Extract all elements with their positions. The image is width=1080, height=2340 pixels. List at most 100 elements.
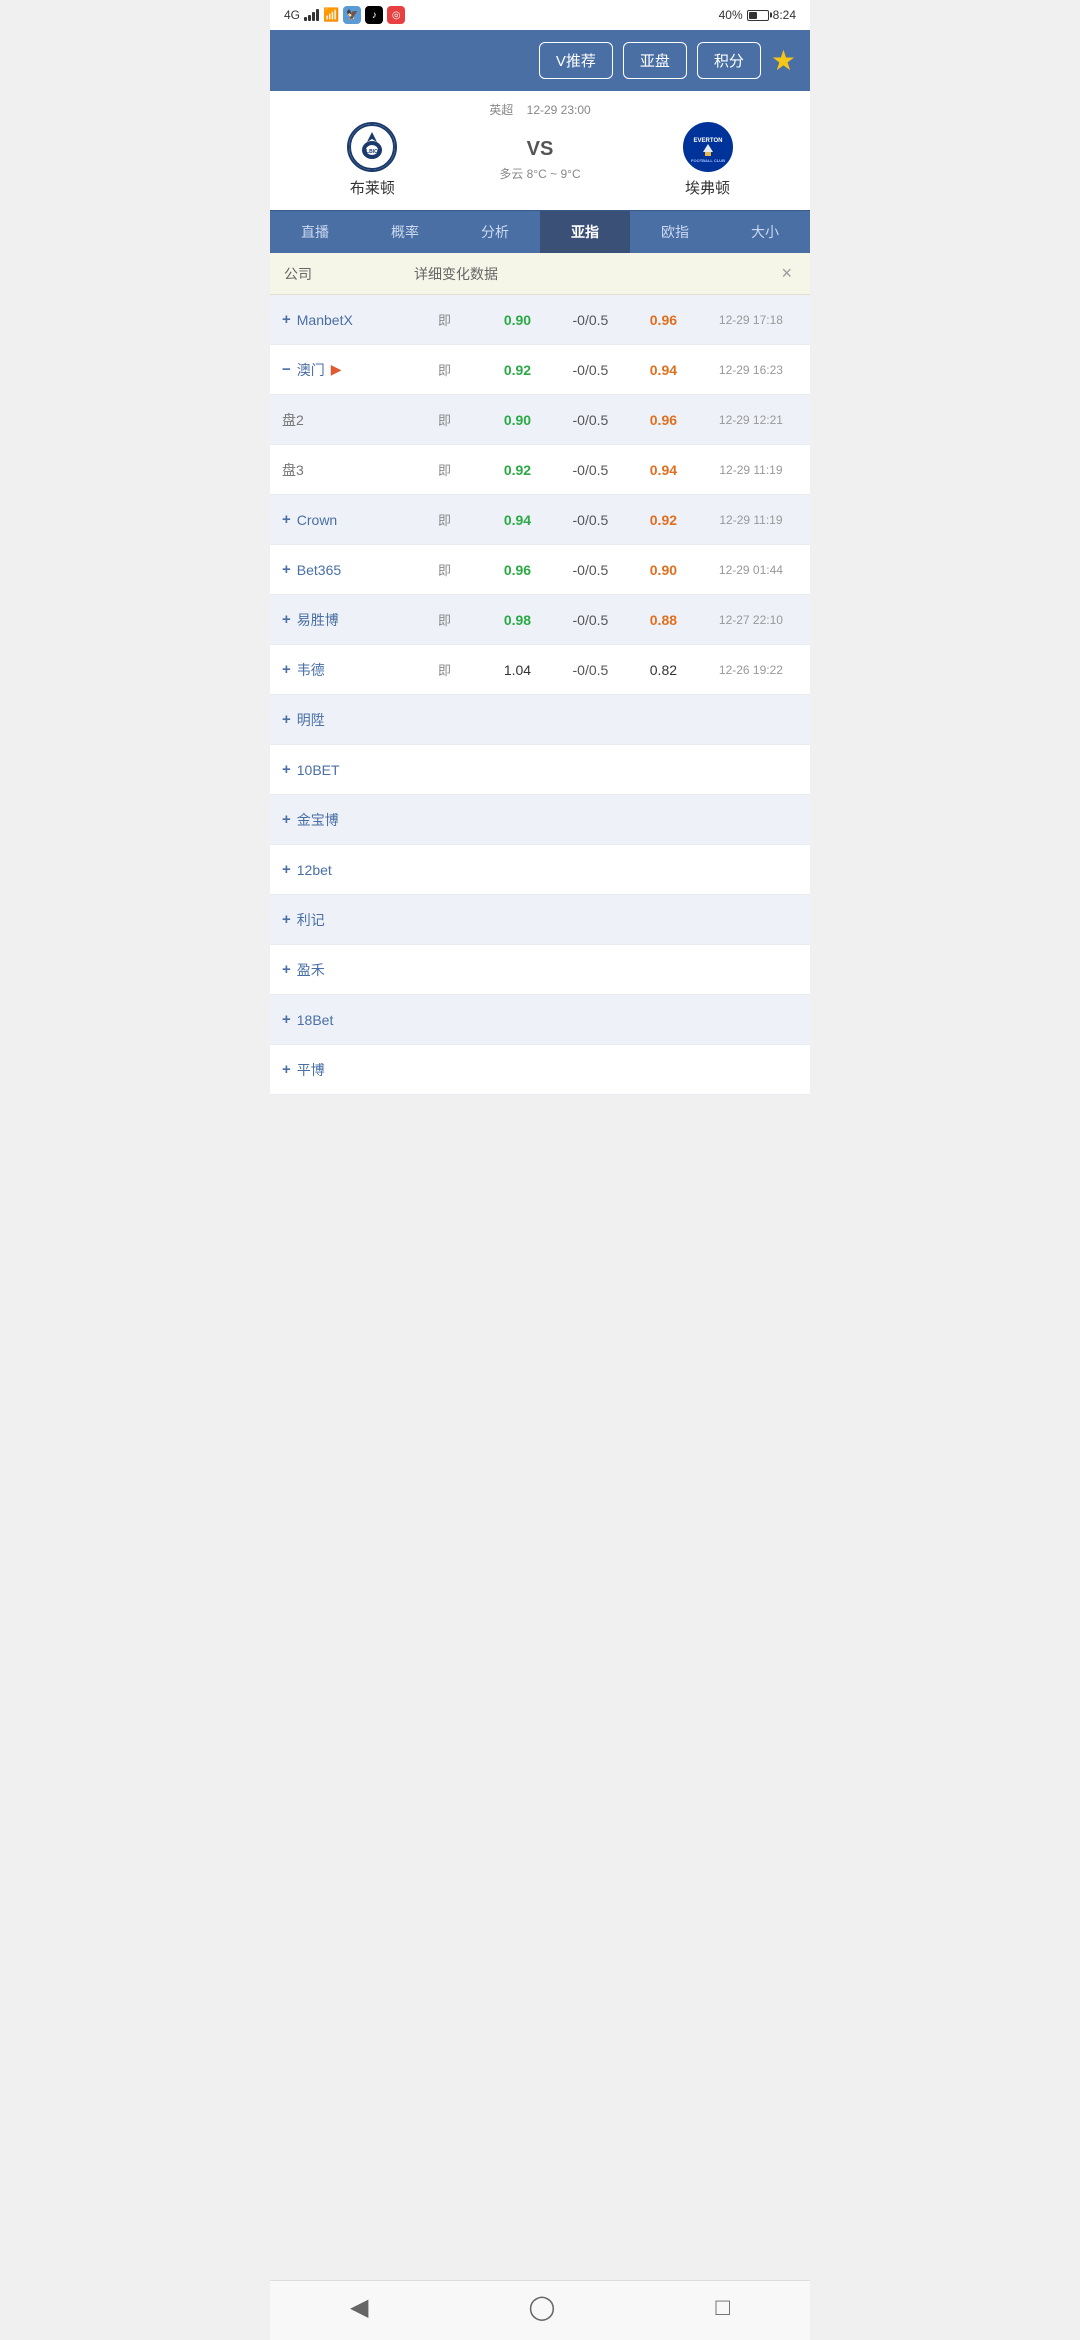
instant-label: 即 [408,610,481,629]
expand-icon[interactable]: + [282,611,291,628]
expand-icon[interactable]: + [282,311,291,328]
company-cell: + 利记 [270,900,400,940]
company-name: 盘3 [282,460,304,480]
company-cell: + 盈禾 [270,950,400,990]
svg-text:EVERTON: EVERTON [693,138,722,144]
match-teams: ALBION 布莱顿 VS 多云 8°C ~ 9°C EVERTON FOOTB… [284,122,796,198]
home-team-logo: ALBION [347,122,397,172]
odds-away: 0.94 [627,362,700,378]
expand-icon[interactable]: + [282,711,291,728]
company-name[interactable]: 金宝博 [297,810,339,830]
table-row: + 10BET [270,745,810,795]
company-name[interactable]: 利记 [297,910,325,930]
odds-home: 0.90 [481,412,554,428]
company-cell: + 平博 [270,1050,400,1090]
odds-cells: 即 0.90 -0/0.5 0.96 12-29 17:18 [400,300,810,339]
expand-icon[interactable]: + [282,861,291,878]
company-name[interactable]: Bet365 [297,562,341,578]
battery-icon [747,10,769,21]
company-cell: + 10BET [270,751,400,788]
odds-away: 0.82 [627,662,700,678]
expand-icon[interactable]: + [282,911,291,928]
odds-home: 0.92 [481,362,554,378]
tab-analysis[interactable]: 分析 [450,211,540,253]
handicap-value: -0/0.5 [554,362,627,378]
recents-button[interactable]: □ [715,2294,730,2322]
odds-cells: 即 0.92 -0/0.5 0.94 12-29 11:19 [400,450,810,489]
instant-label: 即 [408,510,481,529]
company-cell: + 明陞 [270,700,400,740]
table-row: 盘2 即 0.90 -0/0.5 0.96 12-29 12:21 [270,395,810,445]
expand-icon[interactable]: + [282,511,291,528]
table-row: + 利记 [270,895,810,945]
odds-home: 0.90 [481,312,554,328]
favorite-star-button[interactable]: ★ [771,44,796,77]
v-recommend-button[interactable]: V推荐 [539,42,613,79]
match-datetime: 12-29 23:00 [527,103,591,117]
company-name[interactable]: 韦德 [297,660,325,680]
tab-asian-index[interactable]: 亚指 [540,211,630,253]
tab-size[interactable]: 大小 [720,211,810,253]
odds-away: 0.92 [627,512,700,528]
company-name[interactable]: 18Bet [297,1012,334,1028]
back-button[interactable]: ◀ [350,2293,368,2322]
match-meta: 英超 12-29 23:00 [284,101,796,118]
tab-euro-index[interactable]: 欧指 [630,211,720,253]
away-team-logo: EVERTON FOOTBALL CLUB [683,122,733,172]
instant-label: 即 [408,660,481,679]
company-name[interactable]: 澳门 [297,360,325,380]
table-row: + Bet365 即 0.96 -0/0.5 0.90 12-29 01:44 [270,545,810,595]
tab-odds[interactable]: 概率 [360,211,450,253]
company-name[interactable]: 明陞 [297,710,325,730]
odds-table: + ManbetX 即 0.90 -0/0.5 0.96 12-29 17:18… [270,295,810,1095]
expand-icon[interactable]: + [282,1011,291,1028]
company-name[interactable]: 盈禾 [297,960,325,980]
odds-away: 0.96 [627,412,700,428]
svg-text:ALBION: ALBION [363,149,383,155]
table-row: − 澳门 ▶ 即 0.92 -0/0.5 0.94 12-29 16:23 [270,345,810,395]
company-cell: + Crown [270,501,400,538]
tab-live[interactable]: 直播 [270,211,360,253]
expand-icon[interactable]: + [282,961,291,978]
table-row: + ManbetX 即 0.90 -0/0.5 0.96 12-29 17:18 [270,295,810,345]
app-icons: 🦅 ♪ ◎ [343,6,405,24]
expand-icon[interactable]: + [282,661,291,678]
asian-handicap-button[interactable]: 亚盘 [623,42,687,79]
col-company-header: 公司 [284,264,414,284]
company-name[interactable]: 平博 [297,1060,325,1080]
home-button[interactable]: ◯ [529,2293,556,2322]
status-left: 4G 📶 🦅 ♪ ◎ [284,6,405,24]
battery-pct: 40% [719,8,743,22]
expand-icon[interactable]: + [282,761,291,778]
app-icon-1: 🦅 [343,6,361,24]
update-time: 12-29 01:44 [700,563,802,577]
signal-label: 4G [284,8,300,22]
match-header: 英超 12-29 23:00 ALBION 布莱顿 VS 多云 8°C ~ 9°… [270,91,810,210]
expand-icon[interactable]: + [282,811,291,828]
company-cell: 盘2 [270,400,400,440]
company-name[interactable]: 10BET [297,762,340,778]
league-name: 英超 [489,103,513,117]
expand-icon[interactable]: + [282,1061,291,1078]
company-name[interactable]: Crown [297,512,337,528]
handicap-value: -0/0.5 [554,662,627,678]
company-cell: + ManbetX [270,301,400,338]
company-name[interactable]: 12bet [297,862,332,878]
table-row: + 韦德 即 1.04 -0/0.5 0.82 12-26 19:22 [270,645,810,695]
time-display: 8:24 [773,8,796,22]
company-name[interactable]: ManbetX [297,312,353,328]
odds-away: 0.94 [627,462,700,478]
company-cell: + 易胜博 [270,600,400,640]
update-time: 12-29 17:18 [700,313,802,327]
expand-icon[interactable]: + [282,561,291,578]
collapse-icon[interactable]: − [282,361,291,378]
handicap-value: -0/0.5 [554,412,627,428]
table-row: + 易胜博 即 0.98 -0/0.5 0.88 12-27 22:10 [270,595,810,645]
score-button[interactable]: 积分 [697,42,761,79]
close-detail-button[interactable]: × [777,263,796,284]
company-name[interactable]: 易胜博 [297,610,339,630]
odds-cells: 即 0.90 -0/0.5 0.96 12-29 12:21 [400,400,810,439]
trend-arrow-icon: ▶ [331,361,342,378]
update-time: 12-29 16:23 [700,363,802,377]
company-cell: + 韦德 [270,650,400,690]
